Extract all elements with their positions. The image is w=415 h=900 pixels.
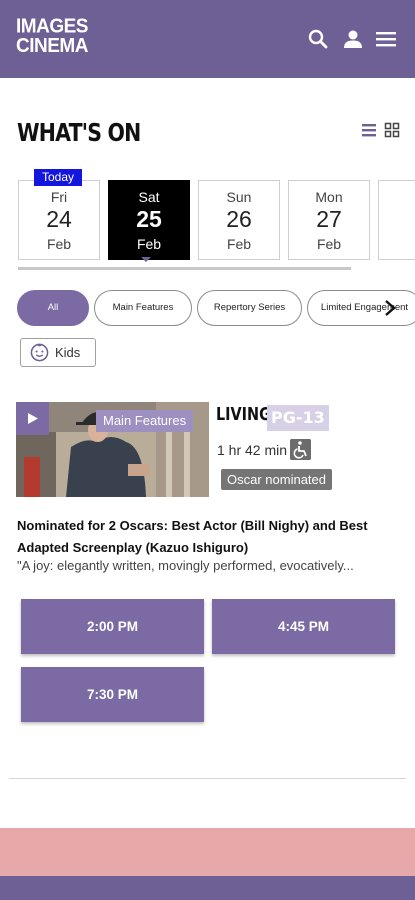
showtime-button[interactable]: 2:00 PM bbox=[21, 599, 204, 654]
filter-chip-row: All Main Features Repertory Series Limit… bbox=[17, 290, 415, 326]
date-selector: Fri 24 Feb Sat 25 Feb Sun 26 Feb Mon 27 … bbox=[18, 180, 415, 260]
kid-face-icon bbox=[30, 343, 49, 362]
date-dow: Fri bbox=[50, 189, 68, 205]
kids-filter-label: Kids bbox=[55, 345, 81, 360]
date-card-mon[interactable]: Mon 27 Feb bbox=[288, 180, 370, 260]
date-card-fri[interactable]: Fri 24 Feb bbox=[18, 180, 100, 260]
date-day: 26 bbox=[226, 206, 252, 232]
date-day: 27 bbox=[316, 206, 342, 232]
grid-view-icon[interactable] bbox=[384, 122, 400, 138]
showtime-button[interactable]: 7:30 PM bbox=[21, 667, 204, 722]
date-day: 25 bbox=[136, 206, 162, 232]
movie-headline: Nominated for 2 Oscars: Best Actor (Bill… bbox=[17, 518, 368, 555]
date-month: Feb bbox=[226, 236, 252, 252]
movie-poster[interactable]: Main Features bbox=[16, 402, 209, 497]
search-icon[interactable] bbox=[307, 28, 329, 50]
list-view-icon[interactable] bbox=[361, 122, 377, 138]
date-card-next[interactable] bbox=[378, 180, 415, 260]
date-month: Feb bbox=[316, 236, 342, 252]
date-month: Feb bbox=[46, 236, 72, 252]
logo-line-2: CINEMA bbox=[16, 34, 88, 58]
date-card-sun[interactable]: Sun 26 Feb bbox=[198, 180, 280, 260]
date-day: 24 bbox=[46, 206, 72, 232]
date-scrollbar[interactable] bbox=[18, 267, 351, 270]
date-month: Feb bbox=[136, 236, 162, 252]
kids-filter-button[interactable]: Kids bbox=[20, 338, 96, 367]
chip-main-features[interactable]: Main Features bbox=[94, 290, 192, 326]
date-card-sat[interactable]: Sat 25 Feb bbox=[108, 180, 190, 260]
play-trailer-button[interactable] bbox=[16, 402, 49, 435]
chip-repertory-series[interactable]: Repertory Series bbox=[197, 290, 302, 326]
wheelchair-accessible-icon bbox=[290, 439, 311, 460]
date-dow: Sat bbox=[138, 189, 160, 205]
play-icon bbox=[28, 413, 38, 424]
showtime-button[interactable]: 4:45 PM bbox=[212, 599, 395, 654]
footer-pink-band bbox=[0, 828, 415, 876]
account-icon[interactable] bbox=[342, 28, 364, 50]
chevron-right-icon[interactable] bbox=[383, 298, 397, 318]
chip-all[interactable]: All bbox=[17, 290, 89, 326]
runtime-text: 1 hr 42 min bbox=[217, 442, 288, 458]
images-cinema-logo[interactable]: IMAGES CINEMA bbox=[16, 16, 88, 58]
menu-icon[interactable] bbox=[375, 28, 397, 50]
selected-date-pointer bbox=[141, 257, 151, 262]
footer-bottom-band bbox=[0, 876, 415, 900]
date-dow: Mon bbox=[315, 189, 343, 205]
page-title: WHAT'S ON bbox=[17, 118, 141, 147]
category-tag: Main Features bbox=[96, 410, 194, 432]
date-dow: Sun bbox=[226, 189, 252, 205]
movie-title[interactable]: LIVING bbox=[216, 404, 271, 425]
movie-blurb: "A joy: elegantly written, movingly perf… bbox=[17, 558, 354, 573]
app-header: IMAGES CINEMA bbox=[0, 0, 415, 78]
section-divider bbox=[9, 778, 406, 779]
rating-badge: PG-13 bbox=[267, 405, 329, 431]
today-badge: Today bbox=[34, 169, 82, 186]
chip-limited-engagement[interactable]: Limited Engagement bbox=[307, 290, 415, 326]
oscar-badge: Oscar nominated bbox=[221, 469, 332, 490]
